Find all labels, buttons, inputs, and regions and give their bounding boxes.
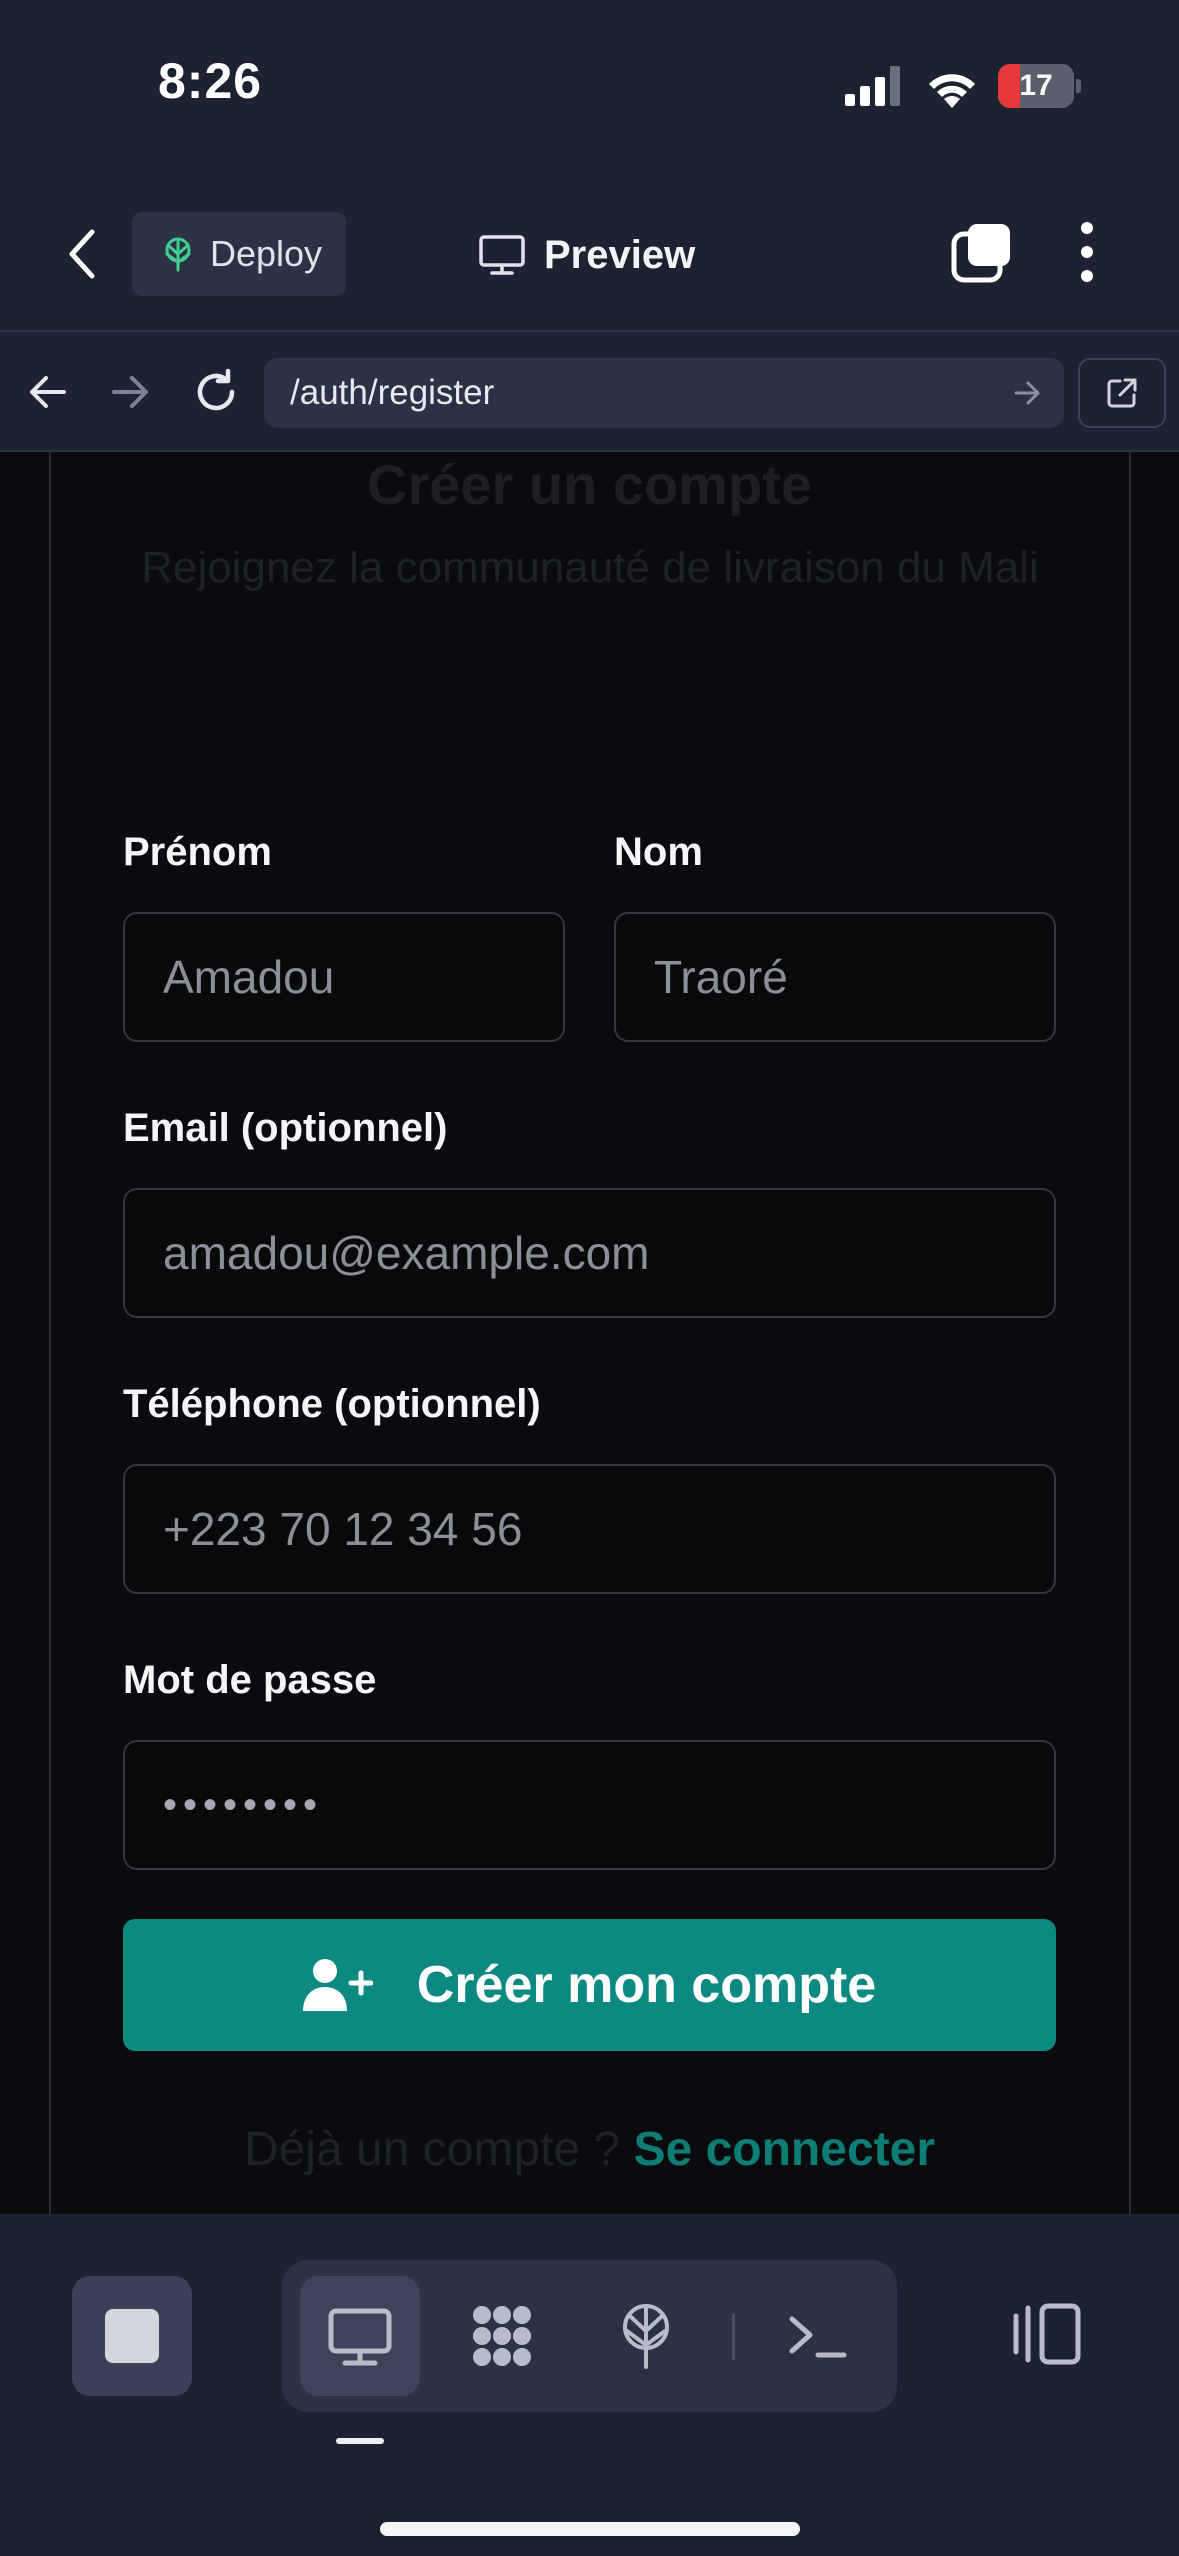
monitor-icon xyxy=(479,235,525,275)
battery-icon: 17 xyxy=(998,64,1081,108)
last-name-label: Nom xyxy=(614,830,703,874)
create-account-button[interactable]: Créer mon compte xyxy=(123,1919,1056,2051)
first-name-placeholder: Amadou xyxy=(163,951,335,1003)
bottom-bar xyxy=(0,2214,1179,2556)
tabs-icon[interactable] xyxy=(950,222,1012,284)
device-toggle-icon[interactable] xyxy=(1008,2302,1084,2366)
status-bar: 8:26 17 xyxy=(0,0,1179,170)
last-name-placeholder: Traoré xyxy=(654,951,788,1003)
phone-field[interactable]: +223 70 12 34 56 xyxy=(123,1464,1056,1594)
deploy-label: Deploy xyxy=(210,233,323,274)
preview-tab[interactable]: Preview xyxy=(478,220,695,290)
apps-view-button[interactable] xyxy=(442,2276,562,2396)
back-chevron-icon[interactable] xyxy=(62,226,102,282)
terminal-icon xyxy=(789,2316,847,2358)
reload-icon[interactable] xyxy=(192,368,240,416)
first-name-label: Prénom xyxy=(123,830,272,874)
login-prompt: Déjà un compte ? Se connecter xyxy=(0,2122,1179,2177)
app-toolbar: Deploy Preview xyxy=(0,170,1179,330)
open-external-button[interactable] xyxy=(1078,358,1166,428)
grid-apps-icon xyxy=(473,2306,531,2366)
battery-level: 17 xyxy=(1019,69,1053,102)
password-field[interactable]: •••••••• xyxy=(123,1740,1056,1870)
user-plus-icon xyxy=(302,1959,373,2011)
email-field[interactable]: amadou@example.com xyxy=(123,1188,1056,1318)
switcher-divider xyxy=(732,2314,735,2360)
deploy-tree-icon xyxy=(623,2304,669,2369)
url-text: /auth/register xyxy=(290,373,495,412)
login-link[interactable]: Se connecter xyxy=(634,2123,935,2176)
preview-label: Preview xyxy=(544,232,696,277)
stop-button[interactable] xyxy=(72,2276,192,2396)
status-time: 8:26 xyxy=(158,53,263,109)
page-viewport: Créer un compte Rejoignez la communauté … xyxy=(0,452,1179,2214)
url-bar: /auth/register xyxy=(0,330,1179,452)
go-arrow-icon[interactable] xyxy=(1014,380,1042,406)
deploy-view-button[interactable] xyxy=(586,2276,706,2396)
login-prefix: Déjà un compte ? xyxy=(243,2123,621,2176)
create-account-label: Créer mon compte xyxy=(416,1956,877,2014)
deploy-button[interactable]: Deploy xyxy=(132,212,346,296)
preview-view-button[interactable] xyxy=(300,2276,420,2396)
email-placeholder: amadou@example.com xyxy=(163,1227,650,1279)
terminal-view-button[interactable] xyxy=(757,2276,877,2396)
password-value: •••••••• xyxy=(163,1782,324,1827)
wifi-icon xyxy=(929,74,975,108)
cellular-signal-icon xyxy=(845,66,900,106)
phone-label: Téléphone (optionnel) xyxy=(123,1382,541,1426)
external-link-icon xyxy=(1107,378,1137,408)
email-label: Email (optionnel) xyxy=(123,1106,448,1150)
monitor-icon xyxy=(328,2308,392,2366)
arrow-left-icon[interactable] xyxy=(26,372,68,412)
home-indicator xyxy=(380,2522,800,2536)
phone-placeholder: +223 70 12 34 56 xyxy=(163,1503,523,1555)
password-label: Mot de passe xyxy=(123,1658,377,1702)
first-name-input[interactable]: Amadou xyxy=(123,912,565,1042)
active-view-indicator xyxy=(336,2438,384,2444)
last-name-input[interactable]: Traoré xyxy=(614,912,1056,1042)
view-switcher xyxy=(282,2260,897,2412)
arrow-right-icon[interactable] xyxy=(110,372,152,412)
deploy-tree-icon xyxy=(165,237,191,272)
more-vertical-icon[interactable] xyxy=(1072,220,1102,284)
stop-icon xyxy=(105,2309,159,2363)
url-input[interactable]: /auth/register xyxy=(264,358,1064,428)
